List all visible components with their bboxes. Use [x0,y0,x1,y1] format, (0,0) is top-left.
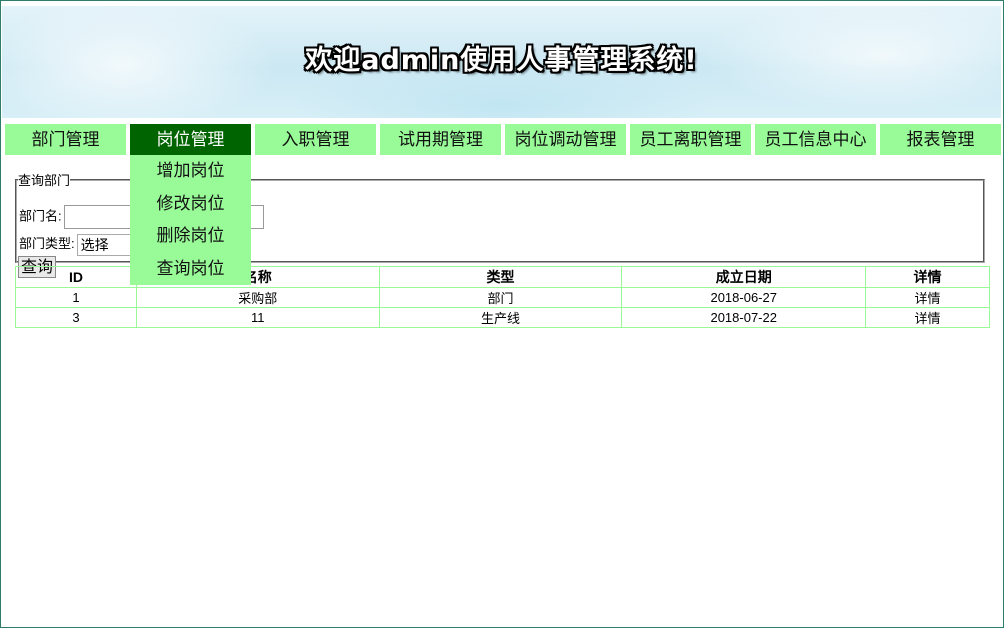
query-legend: 查询部门 [18,173,71,188]
col-header-type: 类型 [378,266,623,288]
cell-date: 2018-06-27 [621,287,867,308]
nav-item-onboarding[interactable]: 入职管理 [255,124,376,155]
nav-item-probation[interactable]: 试用期管理 [380,124,501,155]
menu-item-delete-post[interactable]: 删除岗位 [130,220,251,253]
nav-item-dept[interactable]: 部门管理 [5,124,126,155]
cell-name: 采购部 [135,287,380,308]
table-row: 1 采购部 部门 2018-06-27 详情 [15,287,990,308]
cell-type: 部门 [378,287,623,308]
table-row: 3 11 生产线 2018-07-22 详情 [15,307,990,328]
menu-item-add-post[interactable]: 增加岗位 [130,155,251,188]
nav-item-transfer[interactable]: 岗位调动管理 [505,124,626,155]
col-header-detail: 详情 [865,266,990,288]
header-banner: 欢迎admin使用人事管理系统! [2,6,1001,118]
cell-id: 1 [15,287,137,308]
nav-item-employee-info[interactable]: 员工信息中心 [755,124,876,155]
dept-type-row: 部门类型: 选择 [19,233,145,256]
welcome-title: 欢迎admin使用人事管理系统! [305,45,698,76]
cell-date: 2018-07-22 [621,307,867,328]
detail-link[interactable]: 详情 [865,307,990,328]
cell-name: 11 [135,307,380,328]
main-nav: 部门管理 岗位管理 入职管理 试用期管理 岗位调动管理 员工离职管理 员工信息中… [5,124,1001,155]
nav-item-post[interactable]: 岗位管理 [130,124,251,155]
dept-name-label: 部门名: [19,208,62,224]
dept-type-label: 部门类型: [19,236,75,251]
cell-type: 生产线 [378,307,623,328]
menu-item-edit-post[interactable]: 修改岗位 [130,188,251,221]
cell-id: 3 [15,307,137,328]
col-header-id: ID [15,266,137,288]
post-dropdown-menu: 增加岗位 修改岗位 删除岗位 查询岗位 [130,155,251,285]
nav-item-resignation[interactable]: 员工离职管理 [630,124,751,155]
detail-link[interactable]: 详情 [865,287,990,308]
nav-item-reports[interactable]: 报表管理 [880,124,1001,155]
menu-item-query-post[interactable]: 查询岗位 [130,253,251,286]
col-header-date: 成立日期 [621,266,867,288]
